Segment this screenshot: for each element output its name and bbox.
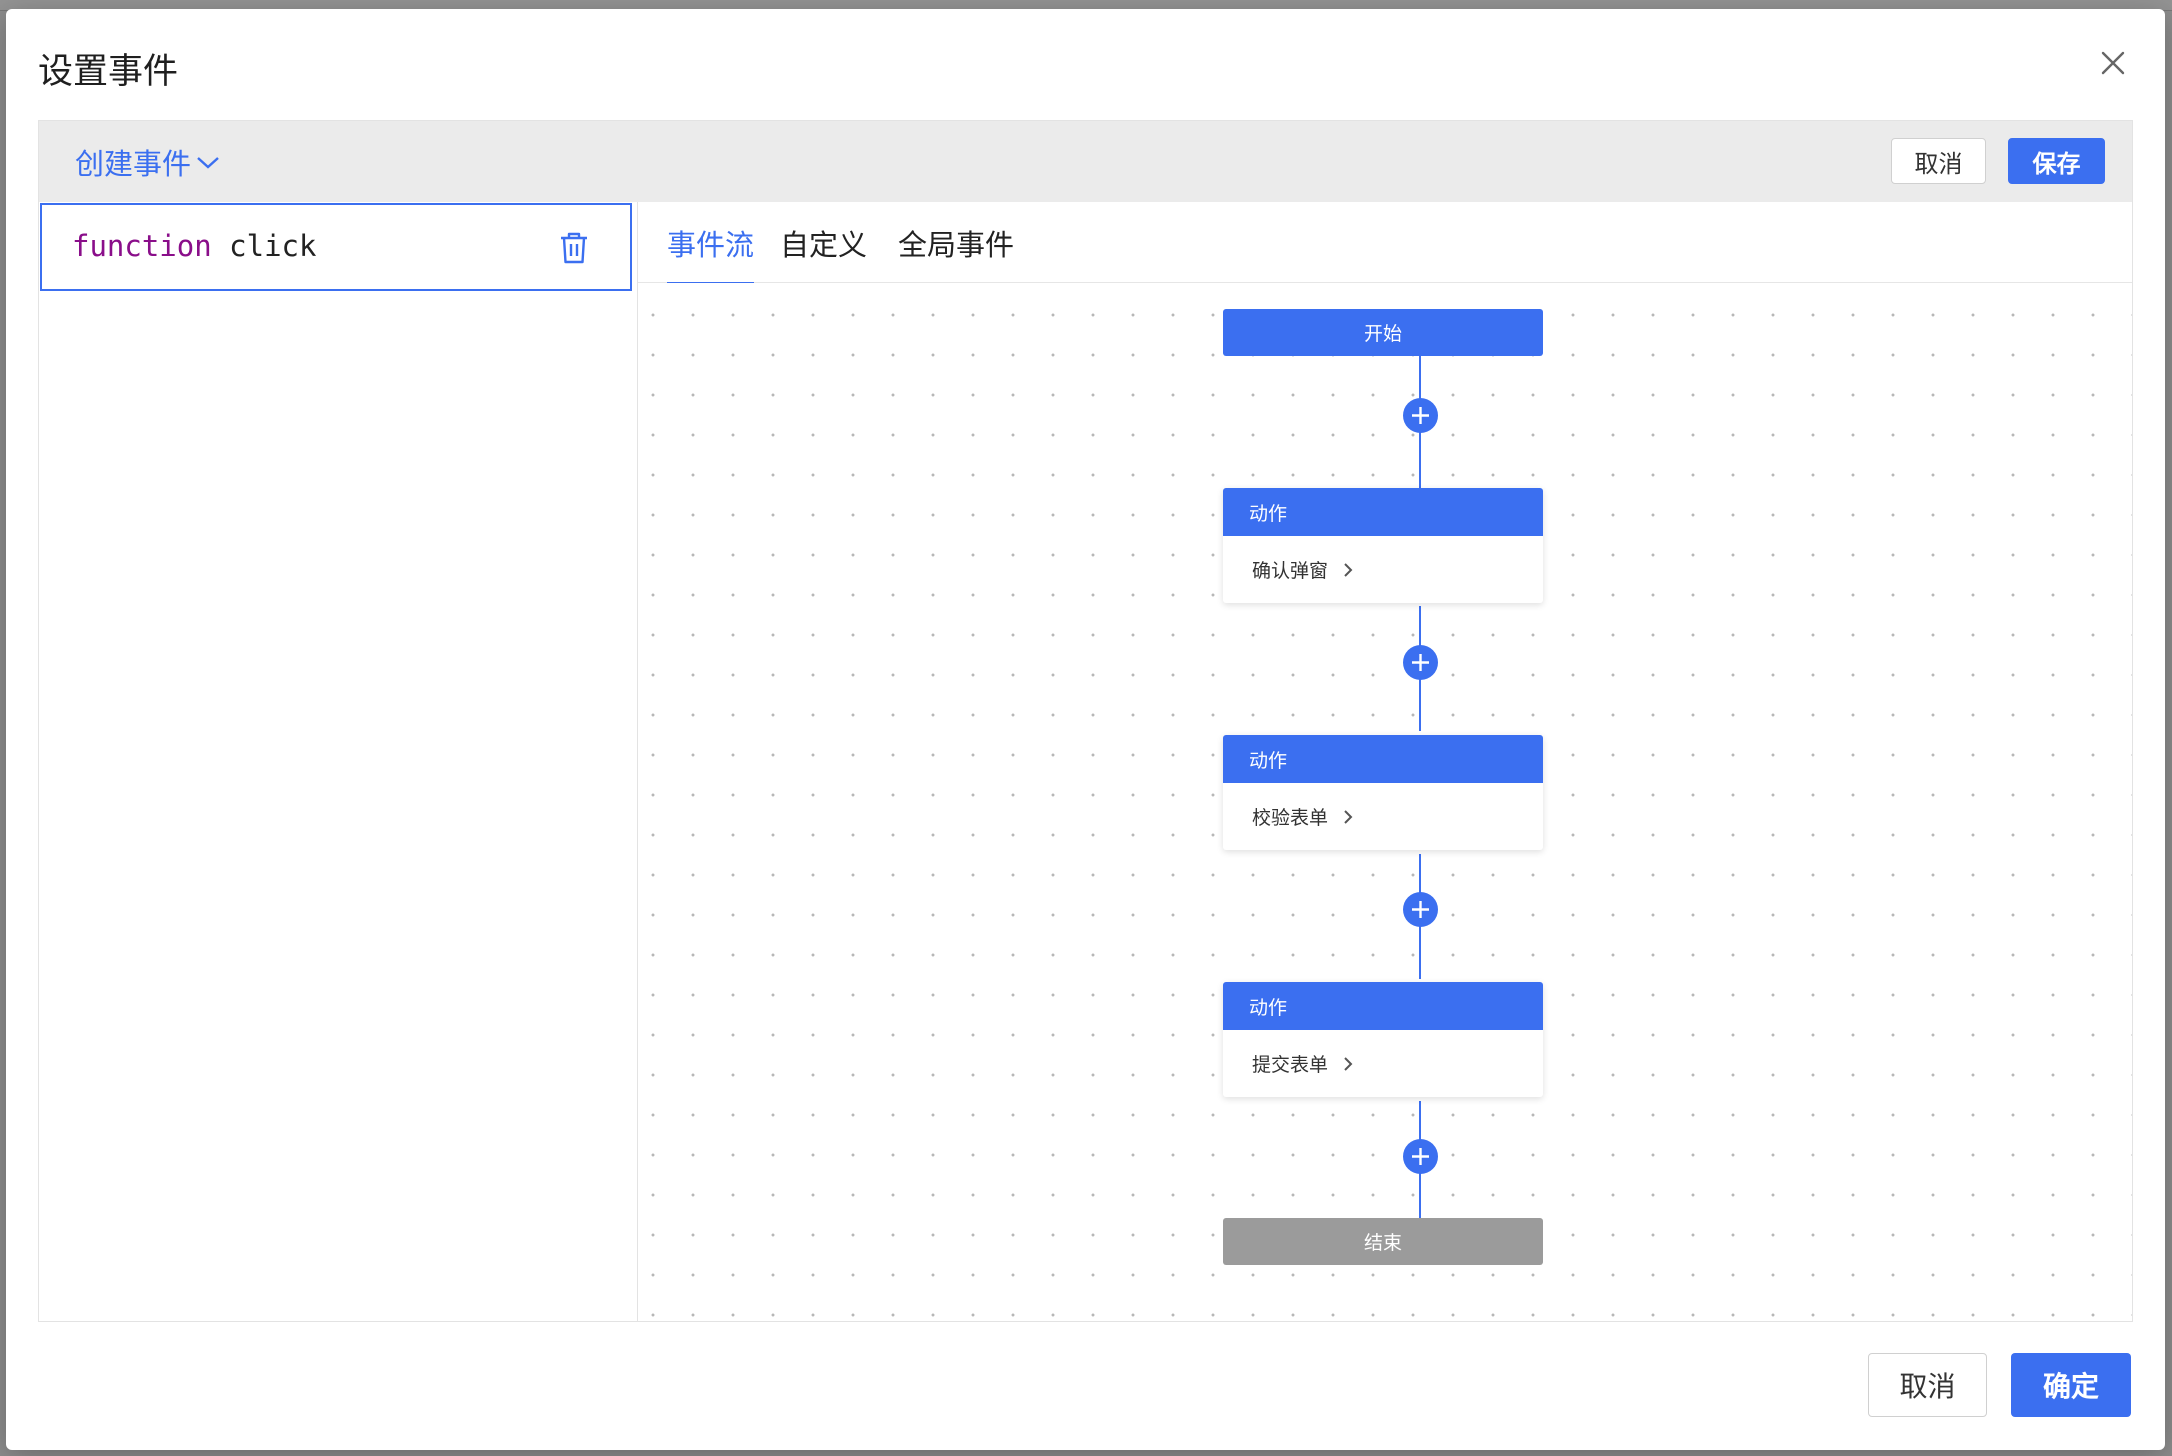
footer-confirm-button[interactable]: 确定 [2011,1353,2131,1417]
action-node[interactable]: 动作 校验表单 [1223,735,1543,850]
function-list-item[interactable]: function click [40,203,632,291]
function-list-panel: function click [39,202,638,1321]
create-event-label: 创建事件 [75,147,192,181]
event-flow-panel: 事件流 自定义 全局事件 开始 动作 确认弹窗 动作 校验表单 动作 提交表单 … [638,202,2132,1321]
chevron-right-icon [1344,1056,1353,1071]
function-name: click [229,229,317,263]
plus-icon [1412,654,1429,671]
header-save-button[interactable]: 保存 [2008,138,2105,184]
tab-global-events[interactable]: 全局事件 [898,222,1014,282]
close-icon[interactable] [2097,47,2129,79]
footer-cancel-button[interactable]: 取消 [1868,1353,1987,1417]
action-node-name: 确认弹窗 [1252,560,1329,582]
end-node[interactable]: 结束 [1223,1218,1543,1265]
add-step-button[interactable] [1403,892,1438,927]
chevron-right-icon [1344,809,1353,824]
action-node-title: 动作 [1223,488,1543,536]
action-node-title: 动作 [1223,982,1543,1030]
tab-bar: 事件流 自定义 全局事件 [638,202,2132,286]
add-step-button[interactable] [1403,645,1438,680]
editor-header: 创建事件 取消 保存 [39,121,2132,202]
action-node[interactable]: 动作 确认弹窗 [1223,488,1543,603]
create-event-dropdown[interactable]: 创建事件 [75,141,221,183]
flow-canvas[interactable]: 开始 动作 确认弹窗 动作 校验表单 动作 提交表单 结束 [638,283,2132,1321]
function-keyword: function [72,229,212,263]
plus-icon [1412,407,1429,424]
action-node-body: 校验表单 [1223,783,1543,850]
start-node[interactable]: 开始 [1223,309,1543,356]
action-node[interactable]: 动作 提交表单 [1223,982,1543,1097]
add-step-button[interactable] [1403,1139,1438,1174]
action-node-body: 确认弹窗 [1223,536,1543,603]
action-node-name: 提交表单 [1252,1054,1329,1076]
header-cancel-button[interactable]: 取消 [1891,138,1986,184]
function-signature: function click [72,229,316,263]
dialog-title: 设置事件 [38,52,179,92]
action-node-name: 校验表单 [1252,807,1329,829]
set-event-dialog: 设置事件 创建事件 取消 保存 function click 事件流 自定义 全… [6,9,2165,1450]
event-editor: 创建事件 取消 保存 function click 事件流 自定义 全局事件 开… [38,120,2133,1322]
action-node-body: 提交表单 [1223,1030,1543,1097]
action-node-title: 动作 [1223,735,1543,783]
chevron-right-icon [1344,562,1353,577]
plus-icon [1412,1148,1429,1165]
trash-icon[interactable] [558,231,590,265]
add-step-button[interactable] [1403,398,1438,433]
tab-event-flow[interactable]: 事件流 [667,222,755,286]
chevron-down-icon [197,157,219,169]
plus-icon [1412,901,1429,918]
tab-custom[interactable]: 自定义 [780,222,867,282]
